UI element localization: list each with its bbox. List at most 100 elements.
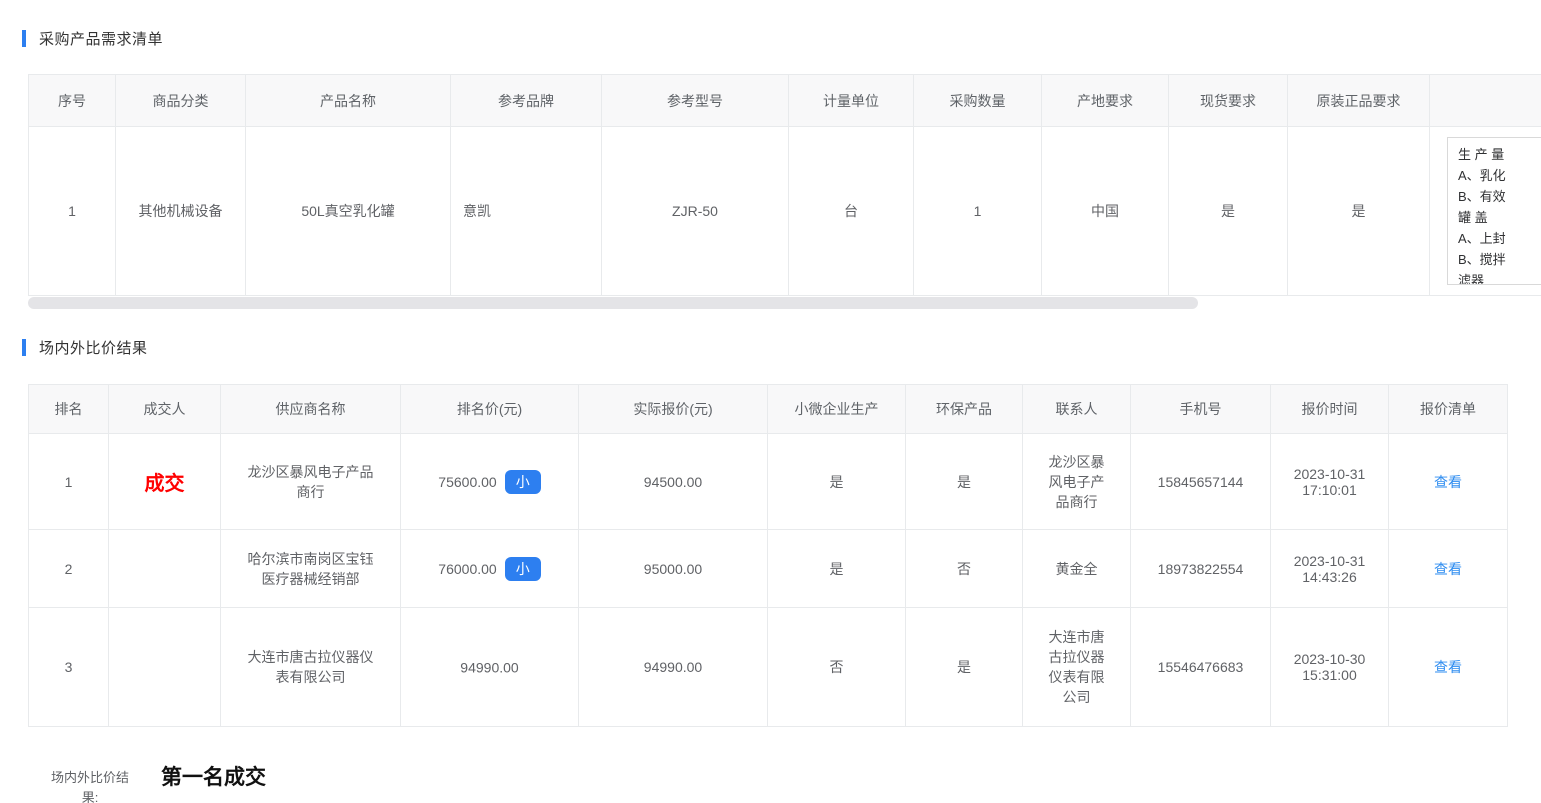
requirement-line: 罐 盖	[1458, 207, 1541, 228]
cell-phone: 18973822554	[1131, 530, 1271, 608]
col-supplier: 供应商名称	[221, 385, 401, 434]
cell-other-requirements: 生 产 量 A、乳化 B、有效 罐 盖 A、上封 B、搅拌 滤器	[1430, 127, 1541, 296]
cell-actual-price: 94500.00	[579, 434, 768, 530]
quote-date: 2023-10-31	[1271, 553, 1388, 569]
horizontal-scrollbar-track[interactable]	[28, 297, 1505, 309]
cell-rank: 2	[29, 530, 109, 608]
requirement-line: 生 产 量	[1458, 144, 1541, 165]
cell-deal-status: 成交	[109, 434, 221, 530]
quote-date: 2023-10-31	[1271, 466, 1388, 482]
cell-rank: 1	[29, 434, 109, 530]
requirement-line: B、有效	[1458, 186, 1541, 207]
cell-quote-time: 2023-10-31 14:43:26	[1271, 530, 1389, 608]
procurement-table: 序号 商品分类 产品名称 参考品牌 参考型号 计量单位 采购数量 产地要求 现货…	[28, 74, 1541, 296]
cell-rank-price: 75600.00 小	[401, 434, 579, 530]
section-title-comparison: 场内外比价结果	[39, 337, 148, 358]
cell-quote-list: 查看	[1389, 434, 1508, 530]
cell-quote-time: 2023-10-30 15:31:00	[1271, 608, 1389, 727]
small-enterprise-badge: 小	[505, 557, 541, 581]
cell-unit: 台	[789, 127, 914, 296]
comparison-row-3: 3 大连市唐古拉仪器仪表有限公司 94990.00 94990.00 否 是 大…	[29, 608, 1508, 727]
cell-phone: 15845657144	[1131, 434, 1271, 530]
cell-quantity: 1	[914, 127, 1042, 296]
cell-rank-price: 76000.00 小	[401, 530, 579, 608]
col-seq: 序号	[29, 75, 116, 127]
col-quantity: 采购数量	[914, 75, 1042, 127]
quote-clock: 15:31:00	[1271, 667, 1388, 683]
col-contact: 联系人	[1023, 385, 1131, 434]
cell-actual-price: 94990.00	[579, 608, 768, 727]
section-procurement-list: 采购产品需求清单	[22, 28, 1541, 49]
cell-quote-time: 2023-10-31 17:10:01	[1271, 434, 1389, 530]
cell-model: ZJR-50	[602, 127, 789, 296]
col-unit: 计量单位	[789, 75, 914, 127]
cell-contact: 龙沙区暴风电子产品商行	[1023, 434, 1131, 530]
quote-date: 2023-10-30	[1271, 651, 1388, 667]
cell-small-micro: 是	[768, 530, 906, 608]
rank-price-value: 76000.00	[438, 561, 496, 577]
view-quote-link[interactable]: 查看	[1434, 659, 1462, 675]
section-title-procurement: 采购产品需求清单	[39, 28, 163, 49]
requirement-line: A、上封	[1458, 228, 1541, 249]
cell-eco-product: 是	[906, 434, 1023, 530]
cell-small-micro: 否	[768, 608, 906, 727]
comparison-table: 排名 成交人 供应商名称 排名价(元) 实际报价(元) 小微企业生产 环保产品 …	[28, 384, 1508, 727]
col-category: 商品分类	[116, 75, 246, 127]
col-origin: 产地要求	[1042, 75, 1169, 127]
requirements-textbox[interactable]: 生 产 量 A、乳化 B、有效 罐 盖 A、上封 B、搅拌 滤器	[1447, 137, 1541, 285]
cell-contact: 大连市唐古拉仪器仪表有限公司	[1023, 608, 1131, 727]
col-eco-product: 环保产品	[906, 385, 1023, 434]
cell-quote-list: 查看	[1389, 530, 1508, 608]
comparison-row-1: 1 成交 龙沙区暴风电子产品商行 75600.00小 94500.00 是 是 …	[29, 434, 1508, 530]
requirement-line: A、乳化	[1458, 165, 1541, 186]
col-small-micro: 小微企业生产	[768, 385, 906, 434]
cell-rank: 3	[29, 608, 109, 727]
cell-in-stock: 是	[1169, 127, 1288, 296]
procurement-row: 1 其他机械设备 50L真空乳化罐 意凯 ZJR-50 台 1 中国 是 是 生…	[29, 127, 1541, 296]
deal-badge: 成交	[145, 473, 185, 495]
quote-clock: 14:43:26	[1271, 569, 1388, 585]
requirement-line: B、搅拌	[1458, 249, 1541, 270]
rank-price-value: 75600.00	[438, 474, 496, 490]
cell-contact: 黄金全	[1023, 530, 1131, 608]
result-label: 场内外比价结果:	[47, 768, 133, 803]
cell-quote-list: 查看	[1389, 608, 1508, 727]
col-brand: 参考品牌	[451, 75, 602, 127]
cell-eco-product: 否	[906, 530, 1023, 608]
quote-clock: 17:10:01	[1271, 482, 1388, 498]
cell-category: 其他机械设备	[116, 127, 246, 296]
cell-eco-product: 是	[906, 608, 1023, 727]
col-model: 参考型号	[602, 75, 789, 127]
col-other	[1430, 75, 1541, 127]
col-quote-time: 报价时间	[1271, 385, 1389, 434]
col-product-name: 产品名称	[246, 75, 451, 127]
comparison-result-summary: 场内外比价结果: 第一名成交	[47, 761, 1541, 803]
comparison-row-2: 2 哈尔滨市南岗区宝钰医疗器械经销部 76000.00小 95000.00 是 …	[29, 530, 1508, 608]
cell-small-micro: 是	[768, 434, 906, 530]
procurement-table-viewport: 序号 商品分类 产品名称 参考品牌 参考型号 计量单位 采购数量 产地要求 现货…	[28, 74, 1541, 296]
col-quote-list: 报价清单	[1389, 385, 1508, 434]
rank-price-value: 94990.00	[460, 660, 518, 676]
section-accent-bar	[22, 30, 26, 47]
cell-actual-price: 95000.00	[579, 530, 768, 608]
cell-deal-status	[109, 608, 221, 727]
cell-original-genuine: 是	[1288, 127, 1430, 296]
comparison-table-viewport: 排名 成交人 供应商名称 排名价(元) 实际报价(元) 小微企业生产 环保产品 …	[28, 384, 1541, 727]
result-value: 第一名成交	[161, 761, 266, 791]
cell-phone: 15546476683	[1131, 608, 1271, 727]
small-enterprise-badge: 小	[505, 470, 541, 494]
cell-product-name: 50L真空乳化罐	[246, 127, 451, 296]
cell-origin: 中国	[1042, 127, 1169, 296]
section-price-comparison: 场内外比价结果	[22, 337, 1541, 358]
cell-deal-status	[109, 530, 221, 608]
col-rank-price: 排名价(元)	[401, 385, 579, 434]
view-quote-link[interactable]: 查看	[1434, 474, 1462, 490]
col-actual-price: 实际报价(元)	[579, 385, 768, 434]
cell-rank-price: 94990.00	[401, 608, 579, 727]
view-quote-link[interactable]: 查看	[1434, 561, 1462, 577]
horizontal-scrollbar-thumb[interactable]	[28, 297, 1198, 309]
col-phone: 手机号	[1131, 385, 1271, 434]
comparison-header-row: 排名 成交人 供应商名称 排名价(元) 实际报价(元) 小微企业生产 环保产品 …	[29, 385, 1508, 434]
col-in-stock: 现货要求	[1169, 75, 1288, 127]
cell-brand: 意凯	[451, 127, 602, 296]
